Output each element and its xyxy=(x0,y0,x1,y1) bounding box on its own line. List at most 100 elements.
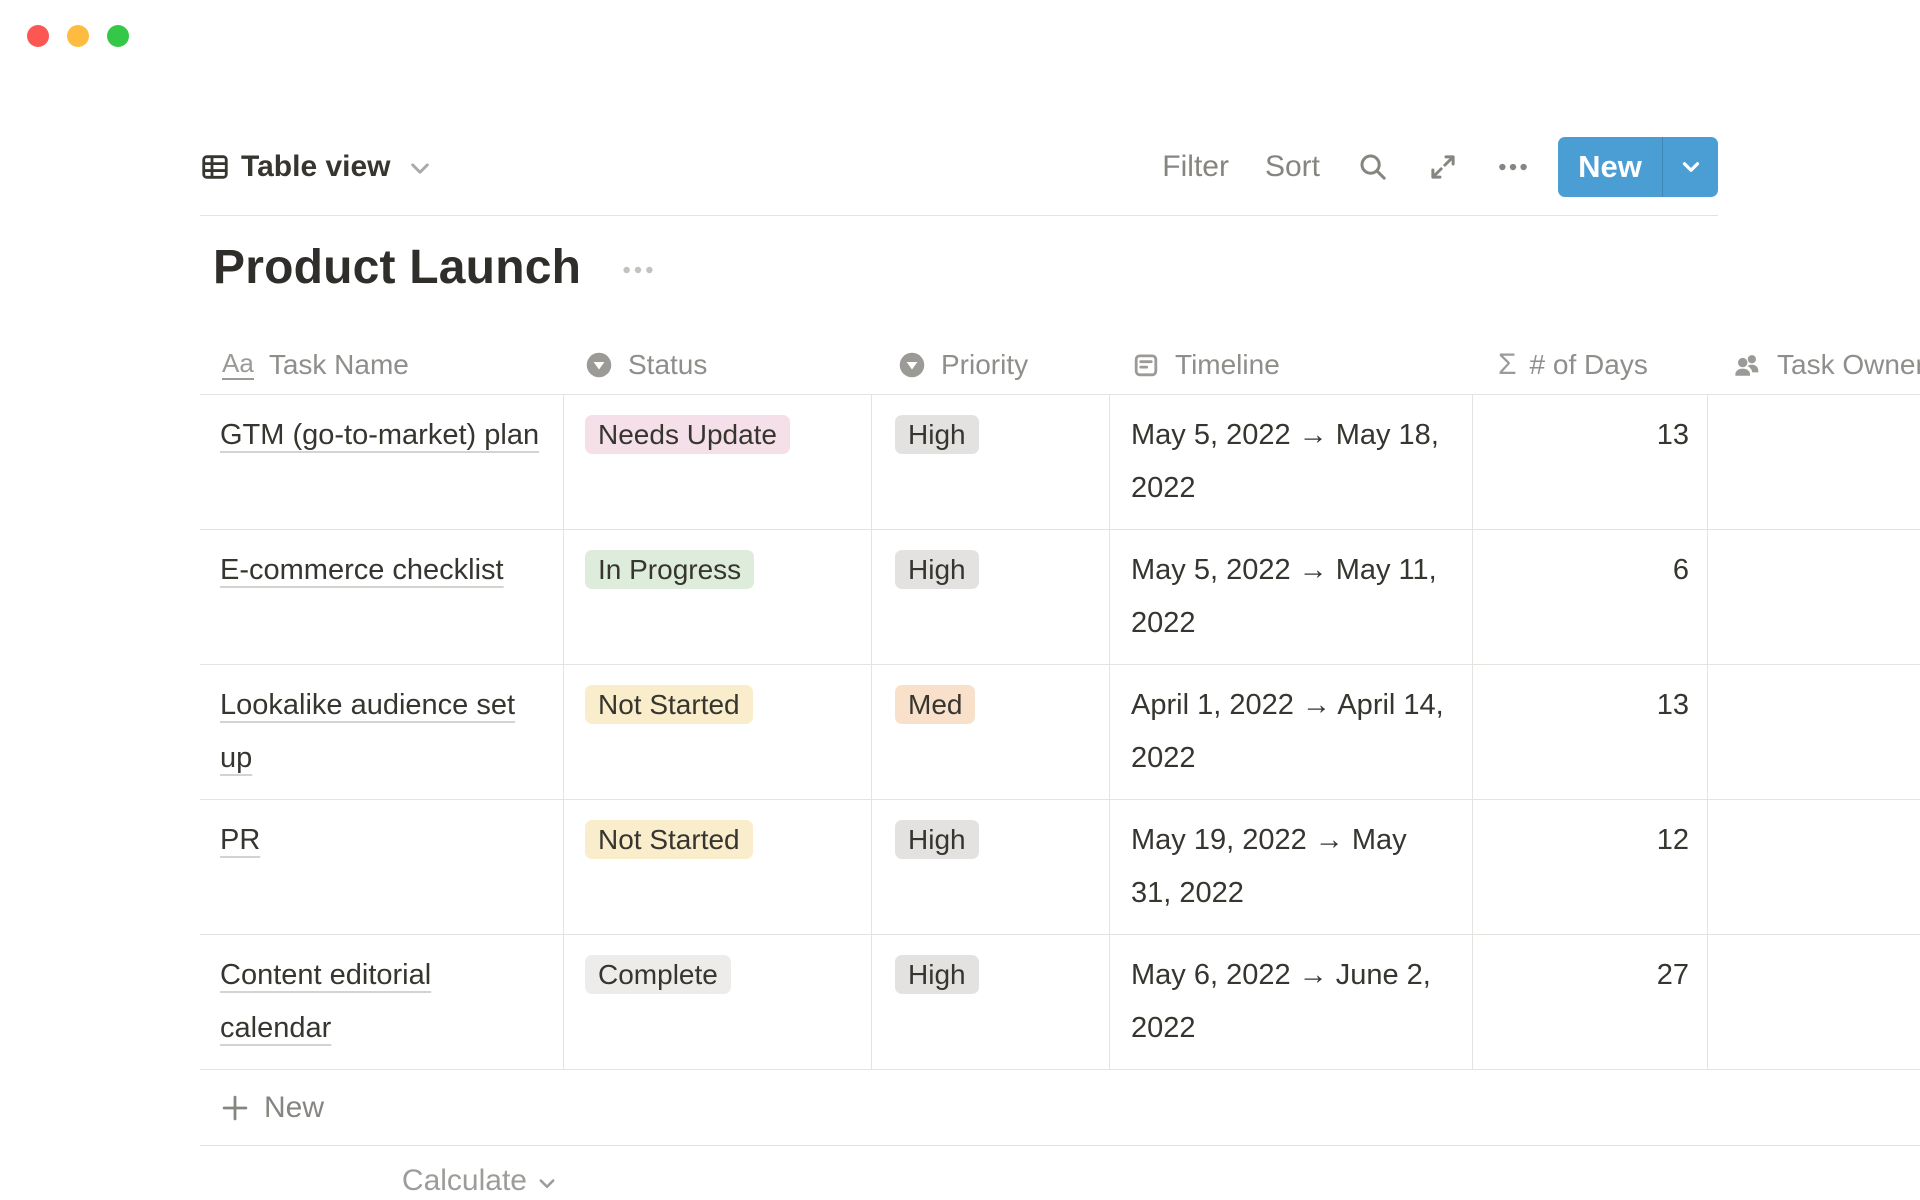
search-icon[interactable] xyxy=(1356,150,1390,184)
close-window-button[interactable] xyxy=(27,25,49,47)
days-cell[interactable]: 12 xyxy=(1473,800,1708,934)
new-button[interactable]: New xyxy=(1558,137,1662,197)
table-row: Lookalike audience set up Not Started Me… xyxy=(200,665,1920,800)
task-name-cell[interactable]: E-commerce checklist xyxy=(200,530,564,664)
task-owner-cell[interactable] xyxy=(1708,395,1920,529)
table-header-row: Aa Task Name Status xyxy=(200,336,1920,395)
column-header-priority[interactable]: Priority xyxy=(872,336,1110,394)
text-property-icon: Aa xyxy=(222,350,254,380)
timeline-cell[interactable]: May 5, 2022 → May 18, 2022 xyxy=(1110,395,1473,529)
priority-cell[interactable]: High xyxy=(872,530,1110,664)
page-header: Product Launch xyxy=(213,240,657,295)
table-row: GTM (go-to-market) plan Needs Update Hig… xyxy=(200,395,1920,530)
add-row-label: New xyxy=(264,1091,324,1125)
priority-cell[interactable]: High xyxy=(872,395,1110,529)
plus-icon xyxy=(220,1093,250,1123)
timeline-cell[interactable]: May 6, 2022 → June 2, 2022 xyxy=(1110,935,1473,1069)
calendar-icon xyxy=(1132,351,1160,379)
days-cell[interactable]: 6 xyxy=(1473,530,1708,664)
database-table: Aa Task Name Status xyxy=(200,336,1920,1200)
column-label: Timeline xyxy=(1175,349,1280,381)
column-header-task-owner[interactable]: Task Owner xyxy=(1708,336,1920,394)
column-header-task-name[interactable]: Aa Task Name xyxy=(200,336,564,394)
minimize-window-button[interactable] xyxy=(67,25,89,47)
new-button-group: New xyxy=(1558,137,1718,197)
chevron-down-icon xyxy=(407,156,433,182)
sort-button[interactable]: Sort xyxy=(1265,150,1320,184)
task-owner-cell[interactable] xyxy=(1708,530,1920,664)
column-label: Task Name xyxy=(269,349,409,381)
days-cell[interactable]: 13 xyxy=(1473,665,1708,799)
toolbar-actions: Filter Sort xyxy=(1162,137,1718,197)
task-page-link[interactable]: E-commerce checklist xyxy=(220,554,504,586)
table-view-switcher[interactable]: Table view xyxy=(200,150,433,184)
timeline-cell[interactable]: May 5, 2022 → May 11, 2022 xyxy=(1110,530,1473,664)
status-cell[interactable]: In Progress xyxy=(564,530,872,664)
task-name-cell[interactable]: GTM (go-to-market) plan xyxy=(200,395,564,529)
task-name-cell[interactable]: Lookalike audience set up xyxy=(200,665,564,799)
column-label: # of Days xyxy=(1530,349,1648,381)
column-header-status[interactable]: Status xyxy=(564,336,872,394)
new-button-label: New xyxy=(1578,149,1642,185)
task-owner-cell[interactable] xyxy=(1708,665,1920,799)
column-label: Status xyxy=(628,349,707,381)
status-cell[interactable]: Not Started xyxy=(564,665,872,799)
status-badge[interactable]: Not Started xyxy=(585,685,753,724)
chevron-down-icon xyxy=(1678,154,1704,180)
column-label: Priority xyxy=(941,349,1028,381)
calculate-label: Calculate xyxy=(402,1164,527,1198)
task-name-cell[interactable]: PR xyxy=(200,800,564,934)
priority-cell[interactable]: Med xyxy=(872,665,1110,799)
priority-badge[interactable]: High xyxy=(895,550,979,589)
task-page-link[interactable]: PR xyxy=(220,824,260,856)
task-page-link[interactable]: GTM (go-to-market) plan xyxy=(220,419,539,451)
status-cell[interactable]: Complete xyxy=(564,935,872,1069)
sum-formula-icon: Σ xyxy=(1498,348,1517,382)
window-controls xyxy=(27,25,129,47)
view-name-label: Table view xyxy=(241,150,391,184)
days-cell[interactable]: 13 xyxy=(1473,395,1708,529)
priority-badge[interactable]: High xyxy=(895,415,979,454)
calculate-button[interactable]: Calculate xyxy=(200,1164,564,1198)
priority-badge[interactable]: High xyxy=(895,955,979,994)
title-more-options-icon[interactable] xyxy=(619,251,657,289)
chevron-down-icon xyxy=(536,1173,558,1195)
task-name-cell[interactable]: Content editorial calendar xyxy=(200,935,564,1069)
column-header-days[interactable]: Σ # of Days xyxy=(1473,336,1708,394)
status-badge[interactable]: Not Started xyxy=(585,820,753,859)
select-property-icon xyxy=(585,351,613,379)
more-options-icon[interactable] xyxy=(1496,150,1530,184)
notion-window: Table view Filter Sort xyxy=(0,0,1920,1200)
view-toolbar: Table view Filter Sort xyxy=(200,118,1718,216)
column-label: Task Owner xyxy=(1777,349,1920,381)
timeline-cell[interactable]: May 19, 2022 → May 31, 2022 xyxy=(1110,800,1473,934)
task-owner-cell[interactable] xyxy=(1708,800,1920,934)
add-row-button[interactable]: New xyxy=(200,1070,1920,1146)
status-cell[interactable]: Not Started xyxy=(564,800,872,934)
table-row: PR Not Started High May 19, 2022 → May 3… xyxy=(200,800,1920,935)
filter-button[interactable]: Filter xyxy=(1162,150,1229,184)
days-cell[interactable]: 27 xyxy=(1473,935,1708,1069)
status-badge[interactable]: In Progress xyxy=(585,550,754,589)
status-badge[interactable]: Needs Update xyxy=(585,415,790,454)
task-page-link[interactable]: Content editorial calendar xyxy=(220,959,431,1044)
table-row: E-commerce checklist In Progress High Ma… xyxy=(200,530,1920,665)
task-owner-cell[interactable] xyxy=(1708,935,1920,1069)
task-page-link[interactable]: Lookalike audience set up xyxy=(220,689,515,774)
priority-badge[interactable]: High xyxy=(895,820,979,859)
timeline-cell[interactable]: April 1, 2022 → April 14, 2022 xyxy=(1110,665,1473,799)
priority-cell[interactable]: High xyxy=(872,935,1110,1069)
priority-badge[interactable]: Med xyxy=(895,685,975,724)
page-title[interactable]: Product Launch xyxy=(213,240,581,295)
status-badge[interactable]: Complete xyxy=(585,955,731,994)
status-cell[interactable]: Needs Update xyxy=(564,395,872,529)
table-view-icon xyxy=(200,152,230,182)
expand-icon[interactable] xyxy=(1426,150,1460,184)
table-footer: Calculate xyxy=(200,1146,1920,1200)
priority-cell[interactable]: High xyxy=(872,800,1110,934)
new-button-dropdown[interactable] xyxy=(1662,137,1718,197)
column-header-timeline[interactable]: Timeline xyxy=(1110,336,1473,394)
table-row: Content editorial calendar Complete High… xyxy=(200,935,1920,1070)
zoom-window-button[interactable] xyxy=(107,25,129,47)
people-icon xyxy=(1732,350,1762,380)
